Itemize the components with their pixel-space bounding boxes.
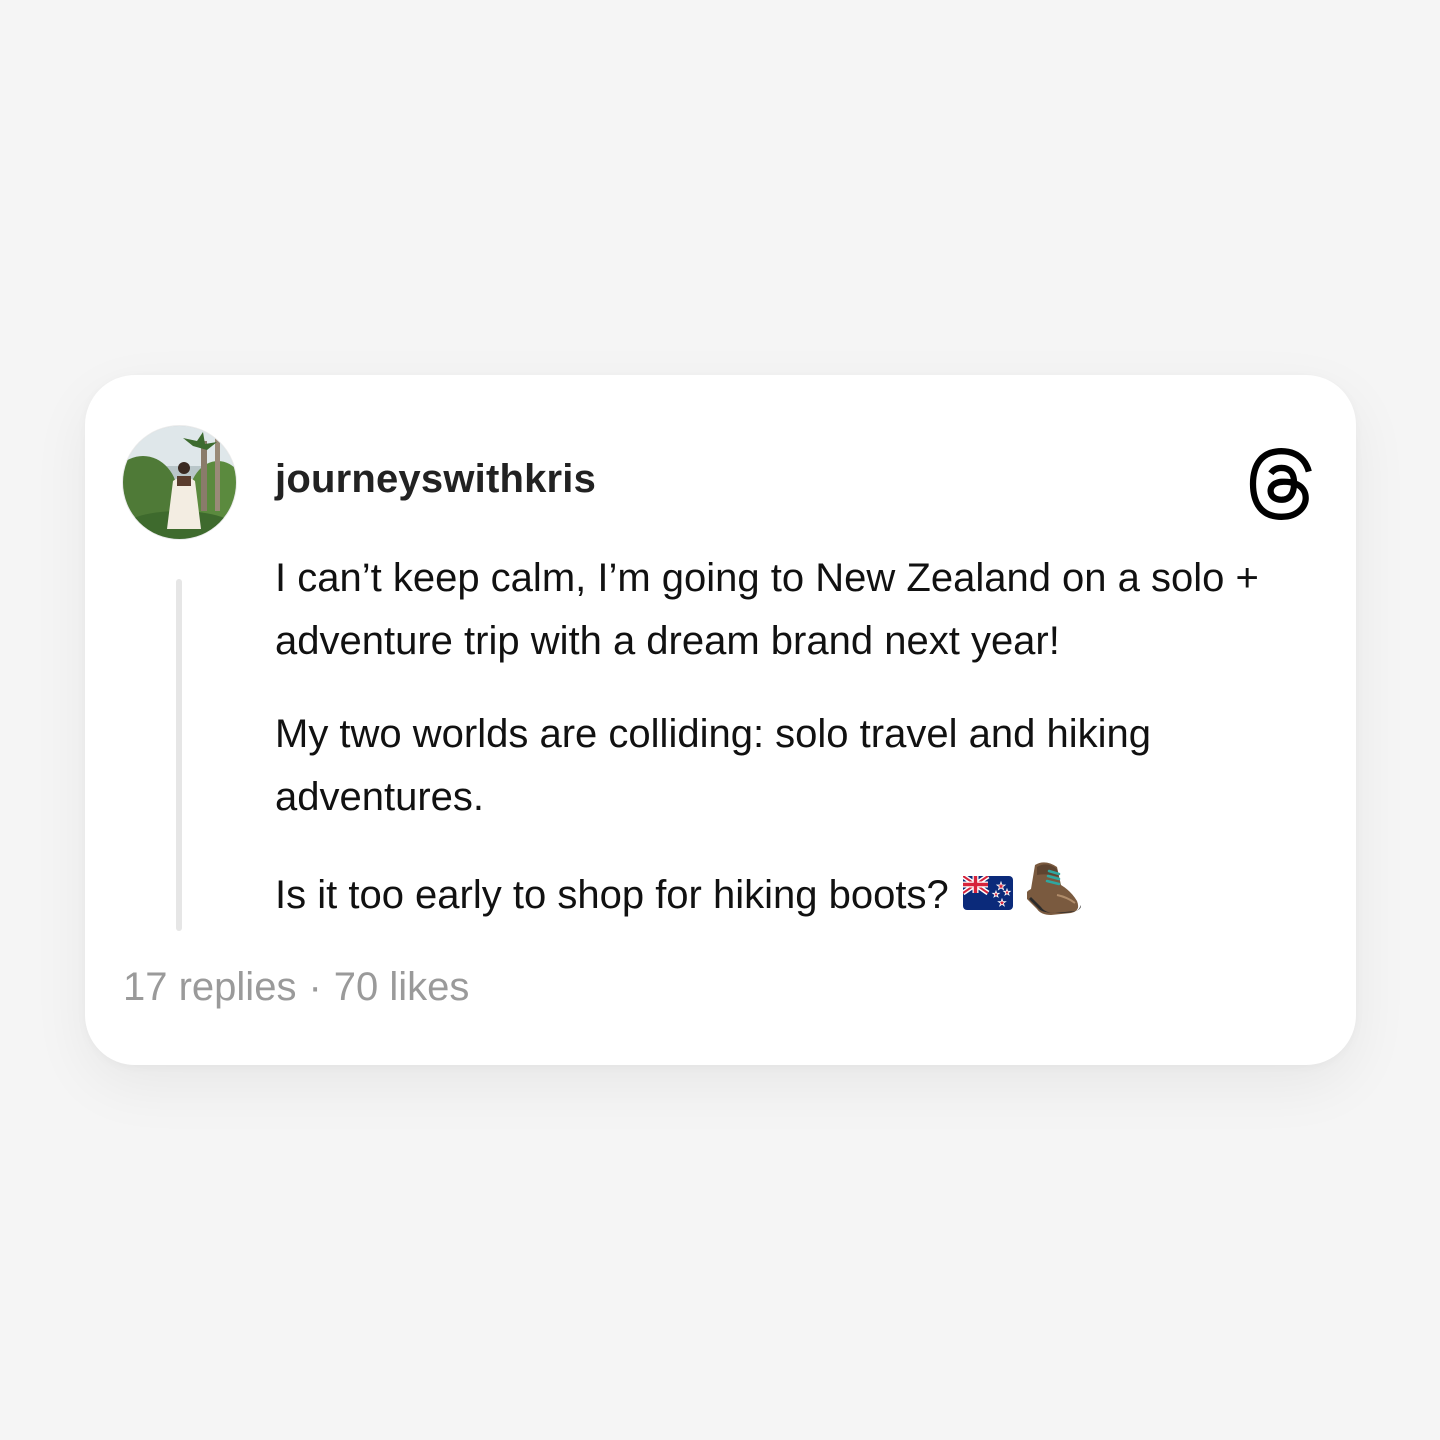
username[interactable]: journeyswithkris	[275, 457, 596, 502]
thread-line	[176, 579, 182, 931]
post-stats: 17 replies · 70 likes	[123, 965, 469, 1010]
threads-post-card: journeyswithkris I can’t keep calm, I’m …	[85, 375, 1356, 1065]
avatar[interactable]	[123, 426, 236, 539]
post-body: I can’t keep calm, I’m going to New Zeal…	[275, 547, 1335, 966]
post-paragraph-3-text: Is it too early to shop for hiking boots…	[275, 873, 949, 918]
hiking-boot-emoji	[1025, 859, 1083, 936]
post-paragraph-1: I can’t keep calm, I’m going to New Zeal…	[275, 556, 1259, 663]
threads-logo-icon[interactable]	[1245, 445, 1317, 523]
likes-count[interactable]: 70 likes	[334, 965, 470, 1009]
replies-count[interactable]: 17 replies	[123, 965, 296, 1009]
stats-separator: ·	[308, 965, 322, 1009]
post-paragraph-2: My two worlds are colliding: solo travel…	[275, 712, 1151, 819]
nz-flag-emoji	[961, 866, 1013, 929]
post-paragraph-3: Is it too early to shop for hiking boots…	[275, 859, 1335, 936]
avatar-photo	[123, 426, 236, 539]
